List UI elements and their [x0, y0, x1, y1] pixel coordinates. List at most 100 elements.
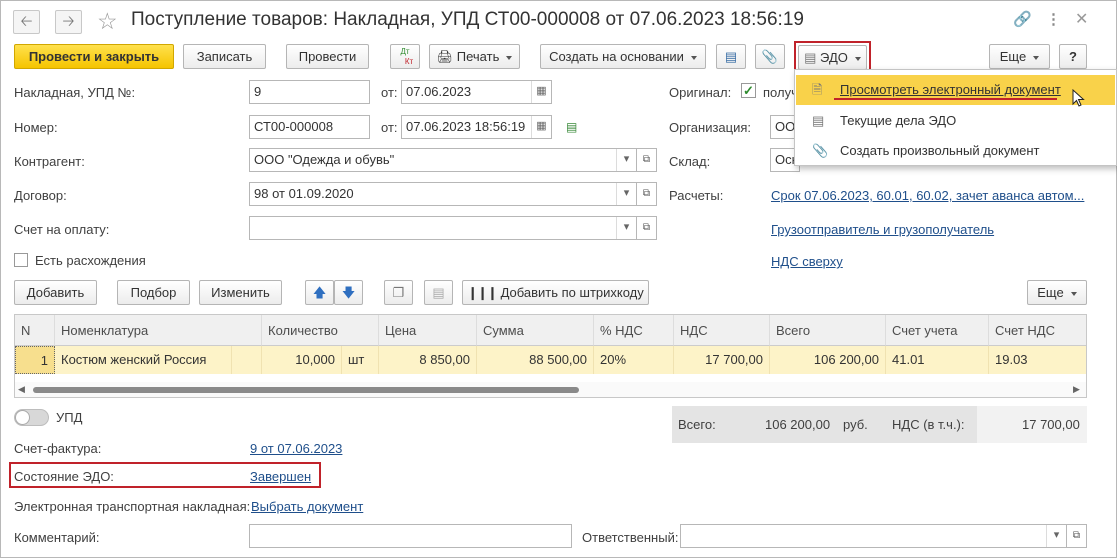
number-from-label: от: — [381, 120, 398, 135]
col-header-price[interactable]: Цена — [379, 315, 477, 346]
cell-vat-account[interactable]: 19.03 — [989, 346, 1086, 374]
print-button[interactable]: 🖨 Печать — [429, 44, 520, 69]
invoice-number-label: Накладная, УПД №: — [14, 85, 136, 100]
totals-panel: Всего: 106 200,00 руб. НДС (в т.ч.): 17 … — [672, 406, 1087, 443]
original-checkbox[interactable]: ✓ — [741, 83, 756, 98]
add-button[interactable]: Добавить — [14, 280, 97, 305]
col-header-qty[interactable]: Количество — [262, 315, 379, 346]
col-header-sum[interactable]: Сумма — [477, 315, 594, 346]
cell-name[interactable]: Костюм женский Россия — [55, 346, 232, 374]
scrollbar-thumb[interactable] — [33, 387, 579, 393]
counterparty-field[interactable]: ООО "Одежда и обувь" ▾ — [249, 148, 637, 172]
invoice-link[interactable]: 9 от 07.06.2023 — [250, 441, 342, 456]
move-down-icon[interactable]: 🡇 — [334, 280, 363, 305]
col-header-name[interactable]: Номенклатура — [55, 315, 262, 346]
menu-item-underline-mark — [834, 98, 1057, 100]
link-icon[interactable]: 🔗 — [1013, 10, 1032, 28]
etn-link[interactable]: Выбрать документ — [251, 499, 363, 514]
cell-sum[interactable]: 88 500,00 — [477, 346, 594, 374]
post-and-close-button[interactable]: Провести и закрыть — [14, 44, 174, 69]
document-window: 🡠 🡢 ☆ Поступление товаров: Накладная, УП… — [0, 0, 1117, 558]
settlements-label: Расчеты: — [669, 188, 724, 203]
close-icon[interactable]: ✕ — [1075, 9, 1088, 29]
help-button[interactable]: ? — [1059, 44, 1087, 69]
upd-label: УПД — [56, 410, 83, 425]
more-vertical-icon[interactable]: ⋮ — [1046, 10, 1061, 28]
cell-n[interactable]: 1 — [15, 346, 55, 374]
menu-item-create-document[interactable]: 📎 Создать произвольный документ — [796, 136, 1115, 166]
cell-account[interactable]: 41.01 — [886, 346, 989, 374]
dropdown-icon[interactable]: ▾ — [1046, 525, 1066, 547]
cell-qty[interactable]: 10,000 — [262, 346, 342, 374]
table-more-button[interactable]: Еще — [1027, 280, 1087, 305]
col-header-vat-rate[interactable]: % НДС — [594, 315, 674, 346]
responsible-label: Ответственный: — [582, 530, 679, 545]
back-button[interactable]: 🡠 — [13, 10, 40, 34]
discrepancy-checkbox[interactable] — [14, 253, 28, 267]
edo-state-highlight-frame — [9, 462, 321, 488]
col-header-vat-account[interactable]: Счет НДС — [989, 315, 1086, 346]
structure-icon[interactable]: ▤ — [716, 44, 746, 69]
original-value: получ — [763, 85, 798, 100]
cell-vat-rate[interactable]: 20% — [594, 346, 674, 374]
cell-unit[interactable]: шт — [342, 346, 379, 374]
star-icon[interactable]: ☆ — [97, 8, 118, 35]
doc-check-icon: ▤ — [566, 120, 578, 134]
settlements-link[interactable]: Срок 07.06.2023, 60.01, 60.02, зачет ава… — [771, 188, 1084, 203]
menu-item-view-document[interactable]: 🗎 Просмотреть электронный документ — [796, 75, 1115, 105]
edit-button[interactable]: Изменить — [199, 280, 282, 305]
horizontal-scrollbar[interactable]: ◀ ▶ — [15, 382, 1086, 397]
contract-label: Договор: — [14, 188, 67, 203]
total-value: 106 200,00 — [765, 417, 831, 432]
open-icon[interactable]: ⧉ — [637, 182, 657, 206]
vat-link[interactable]: НДС сверху — [771, 254, 843, 269]
number-field[interactable]: СТ00-000008 — [249, 115, 370, 139]
invoice-number-field[interactable]: 9 — [249, 80, 370, 104]
arrow-left-icon: 🡠 — [20, 13, 33, 30]
dtkt-button[interactable]: Дт Кт — [390, 44, 420, 69]
save-button[interactable]: Записать — [183, 44, 266, 69]
cell-total[interactable]: 106 200,00 — [770, 346, 886, 374]
shipper-link[interactable]: Грузоотправитель и грузополучатель — [771, 222, 994, 237]
contract-field[interactable]: 98 от 01.09.2020 ▾ — [249, 182, 637, 206]
menu-item-current-tasks-label: Текущие дела ЭДО — [840, 113, 957, 128]
add-by-barcode-button[interactable]: ❙❙❙ Добавить по штрихкоду — [462, 280, 649, 305]
cell-vat[interactable]: 17 700,00 — [674, 346, 770, 374]
comment-field[interactable] — [249, 524, 572, 548]
more-button[interactable]: Еще — [989, 44, 1050, 69]
dropdown-icon[interactable]: ▾ — [616, 149, 636, 171]
move-up-icon[interactable]: 🡅 — [305, 280, 334, 305]
scroll-left-icon[interactable]: ◀ — [18, 384, 25, 395]
payment-field[interactable]: ▾ — [249, 216, 637, 240]
invoice-label: Счет-фактура: — [14, 441, 102, 456]
etn-label: Электронная транспортная накладная: — [14, 499, 251, 514]
open-icon[interactable]: ⧉ — [637, 216, 657, 240]
copy-icon[interactable]: ❐ — [384, 280, 413, 305]
create-based-on-button[interactable]: Создать на основании — [540, 44, 706, 69]
post-button[interactable]: Провести — [286, 44, 369, 69]
pick-button[interactable]: Подбор — [117, 280, 190, 305]
number-date-field[interactable]: 07.06.2023 18:56:19 ▦ — [401, 115, 552, 139]
forward-button[interactable]: 🡢 — [55, 10, 82, 34]
invoice-date-field[interactable]: 07.06.2023 ▦ — [401, 80, 552, 104]
calendar-icon[interactable]: ▦ — [531, 81, 551, 103]
col-header-n[interactable]: N — [15, 315, 55, 346]
dropdown-icon[interactable]: ▾ — [616, 217, 636, 239]
menu-item-current-tasks[interactable]: ▤ Текущие дела ЭДО — [796, 106, 1115, 136]
cell-price[interactable]: 8 850,00 — [379, 346, 477, 374]
open-icon[interactable]: ⧉ — [637, 148, 657, 172]
paste-icon[interactable]: ▤ — [424, 280, 453, 305]
open-icon[interactable]: ⧉ — [1067, 524, 1087, 548]
calendar-icon[interactable]: ▦ — [531, 116, 551, 138]
total-label: Всего: — [678, 417, 716, 432]
col-header-account[interactable]: Счет учета — [886, 315, 989, 346]
contract-value: 98 от 01.09.2020 — [254, 186, 354, 201]
scroll-right-icon[interactable]: ▶ — [1073, 384, 1080, 395]
upd-toggle[interactable] — [14, 409, 49, 426]
responsible-field[interactable]: ▾ — [680, 524, 1067, 548]
dropdown-icon[interactable]: ▾ — [616, 183, 636, 205]
col-header-vat[interactable]: НДС — [674, 315, 770, 346]
paperclip-icon[interactable]: 📎 — [755, 44, 785, 69]
menu-item-view-document-label: Просмотреть электронный документ — [840, 82, 1061, 97]
col-header-total[interactable]: Всего — [770, 315, 886, 346]
